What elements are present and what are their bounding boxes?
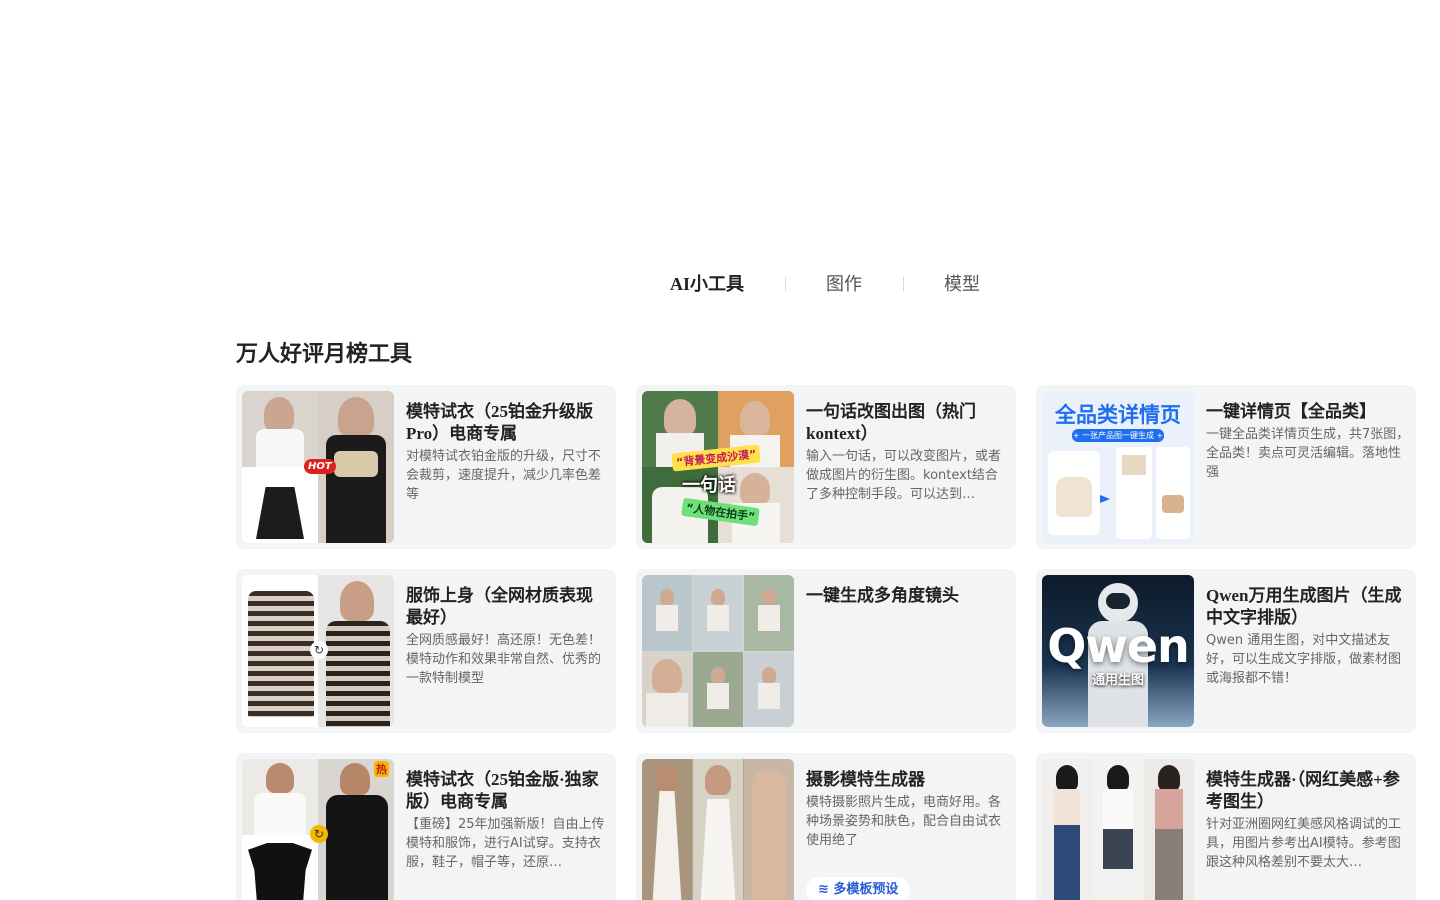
card-thumbnail: HOT <box>242 391 394 543</box>
card-description: 全网质感最好！高还原！无色差！模特动作和效果非常自然、优秀的一款特制模型 <box>406 633 602 686</box>
tool-card-model-tryon-exclusive[interactable]: 热 ↻ 模特试衣（25铂金版·独家版）电商专属 【重磅】25年加强新版！自由上传… <box>236 753 616 900</box>
card-description: 模特摄影照片生成，电商好用。各种场景姿势和肤色，配合自由试衣使用绝了 <box>806 795 1002 848</box>
category-tabs: AI小工具 图作 模型 <box>0 270 1440 298</box>
thumb-subtext: 通用生图 <box>1091 673 1144 688</box>
tool-card-outfit-on-body[interactable]: ↻ 服饰上身（全网材质表现最好） 全网质感最好！高还原！无色差！模特动作和效果非… <box>236 569 616 733</box>
tool-card-multi-angle[interactable]: 一键生成多角度镜头 <box>636 569 1016 733</box>
tab-divider <box>785 277 786 291</box>
tool-card-detail-page[interactable]: 全品类详情页 + 一张产品图一键生成 + 一键详情页【全品类】 一键全品类详情页… <box>1036 385 1416 549</box>
hot-badge: HOT <box>304 459 336 474</box>
card-description: 输入一句话，可以改变图片，或者做成图片的衍生图。kontext结合了多种控制手段… <box>806 449 1002 502</box>
thumb-headline: 全品类详情页 <box>1055 403 1181 427</box>
card-thumbnail: ↻ <box>242 575 394 727</box>
thumb-subline: + 一张产品图一键生成 + <box>1072 429 1164 442</box>
swap-icon: ↻ <box>310 641 328 659</box>
card-title: 模特生成器·（网红美感+参考图生） <box>1206 770 1400 811</box>
card-title: 一句话改图出图（热门kontext） <box>806 402 976 443</box>
tool-card-photo-model[interactable]: 摄影模特生成器 模特摄影照片生成，电商好用。各种场景姿势和肤色，配合自由试衣使用… <box>636 753 1016 900</box>
tab-image-works[interactable]: 图作 <box>826 270 862 296</box>
tab-models[interactable]: 模型 <box>944 270 980 296</box>
tool-card-kontext-edit[interactable]: “背景变成沙漠” 一句话 “人物在拍手” 一句话改图出图（热门kontext） … <box>636 385 1016 549</box>
overlay-caption-main: 一句话 <box>682 475 736 496</box>
card-title: Qwen万用生成图片（生成中文字排版） <box>1206 586 1402 627</box>
card-title: 服饰上身（全网材质表现最好） <box>406 586 593 627</box>
section-title: 万人好评月榜工具 <box>236 341 413 366</box>
tab-divider <box>903 277 904 291</box>
tool-card-qwen[interactable]: Qwen 通用生图 Qwen万用生成图片（生成中文字排版） Qwen 通用生图，… <box>1036 569 1416 733</box>
card-thumbnail: 热 ↻ <box>242 759 394 900</box>
tab-ai-tools[interactable]: AI小工具 <box>670 270 744 296</box>
hot-badge: 热 <box>374 761 389 777</box>
card-description: 针对亚洲圈网红美感风格调试的工具，用图片参考出AI模特。参考图跟这种风格差别不要… <box>1206 817 1402 870</box>
tool-card-model-generator[interactable]: 模特生成器·（网红美感+参考图生） 针对亚洲圈网红美感风格调试的工具，用图片参考… <box>1036 753 1416 900</box>
card-description: 对模特试衣铂金版的升级，尺寸不会裁剪，速度提升，减少几率色差等 <box>406 449 602 502</box>
thumb-brand-text: Qwen <box>1047 619 1190 673</box>
template-preset-button[interactable]: ≋ 多模板预设 <box>806 877 911 900</box>
card-title: 模特试衣（25铂金升级版Pro）电商专属 <box>406 402 593 443</box>
card-thumbnail <box>642 575 794 727</box>
card-thumbnail: “背景变成沙漠” 一句话 “人物在拍手” <box>642 391 794 543</box>
card-description: 一键全品类详情页生成，共7张图，全品类！卖点可灵活编辑。落地性强 <box>1206 427 1410 480</box>
card-thumbnail: Qwen 通用生图 <box>1042 575 1194 727</box>
card-description: 【重磅】25年加强新版！自由上传模特和服饰，进行AI试穿。支持衣服，鞋子，帽子等… <box>406 817 605 870</box>
swap-icon: ↻ <box>310 825 328 843</box>
card-thumbnail <box>1042 759 1194 900</box>
card-title: 模特试衣（25铂金版·独家版）电商专属 <box>406 770 599 811</box>
card-title: 一键详情页【全品类】 <box>1206 402 1376 421</box>
card-thumbnail <box>642 759 794 900</box>
card-description: Qwen 通用生图，对中文描述友好，可以生成文字排版，做素材图或海报都不错！ <box>1206 633 1402 686</box>
card-title: 一键生成多角度镜头 <box>806 586 959 605</box>
card-thumbnail: 全品类详情页 + 一张产品图一键生成 + <box>1042 391 1194 543</box>
tool-card-model-tryon-pro[interactable]: HOT 模特试衣（25铂金升级版Pro）电商专属 对模特试衣铂金版的升级，尺寸不… <box>236 385 616 549</box>
card-title: 摄影模特生成器 <box>806 770 925 789</box>
